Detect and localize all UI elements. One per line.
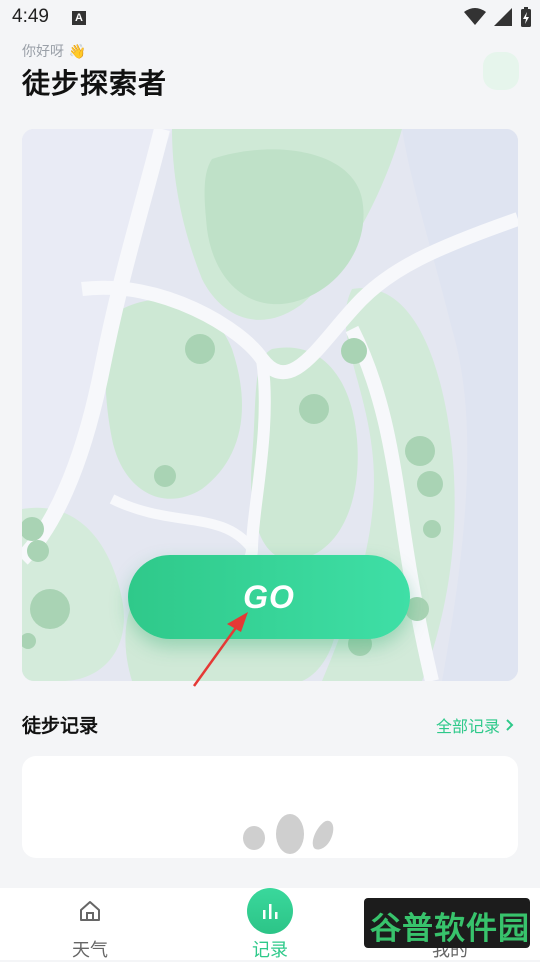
- nav-label-records: 记录: [252, 940, 288, 961]
- notification-a-icon: A: [72, 11, 86, 25]
- all-records-label: 全部记录: [435, 717, 500, 736]
- status-bar: 4:49 A: [0, 0, 540, 36]
- home-icon: [80, 901, 100, 921]
- status-time: 4:49: [12, 6, 49, 27]
- nav-item-weather[interactable]: 天气: [35, 888, 145, 961]
- nav-item-records[interactable]: 记录: [215, 888, 325, 961]
- go-button[interactable]: GO: [128, 555, 410, 639]
- nav-records-bubble: [247, 888, 293, 934]
- red-arrow-annotation: [192, 612, 248, 687]
- chevron-right-icon: [506, 719, 514, 731]
- avatar[interactable]: [483, 52, 519, 90]
- watermark-logo: 谷普软件园: [364, 898, 530, 948]
- footprints-icon: [243, 814, 334, 854]
- bar-chart-icon: [263, 904, 278, 919]
- greeting-text: 你好呀 👋: [22, 44, 86, 60]
- watermark-text: 谷普软件园: [370, 911, 530, 947]
- signal-icon: [494, 8, 512, 26]
- battery-icon: [521, 7, 531, 27]
- records-card: [22, 756, 518, 858]
- page-title: 徒步探索者: [22, 67, 168, 100]
- wifi-icon: [464, 8, 486, 25]
- all-records-link[interactable]: 全部记录: [436, 713, 514, 737]
- records-section-title: 徒步记录: [22, 715, 99, 737]
- nav-label-weather: 天气: [72, 940, 108, 961]
